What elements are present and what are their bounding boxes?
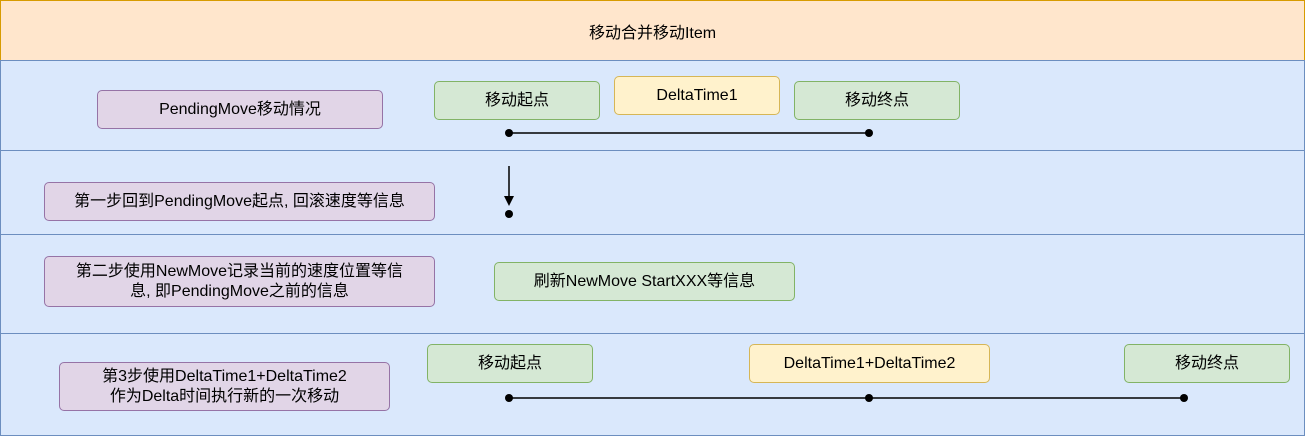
new-start-dot [505,394,513,402]
step-one-dot [505,210,513,218]
pending-end-dot [865,129,873,137]
timeline-lines [504,129,1188,402]
step-one-arrow-head [504,196,514,206]
new-mid-dot [865,394,873,402]
pending-start-dot [505,129,513,137]
new-end-dot [1180,394,1188,402]
